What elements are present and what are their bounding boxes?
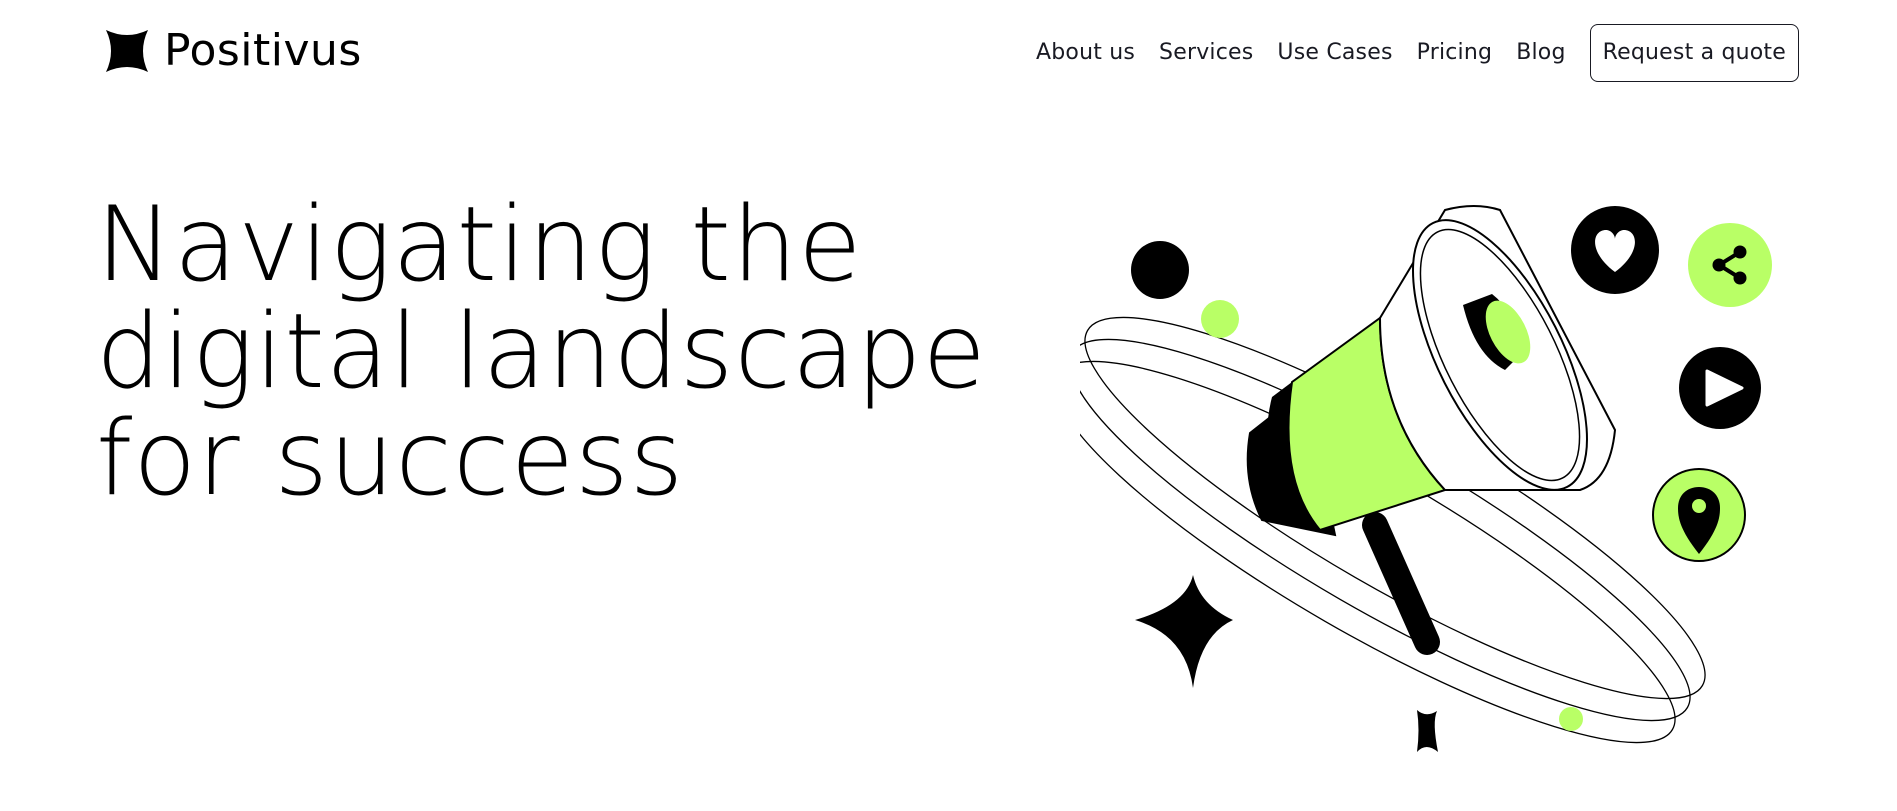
main-nav: About us Services Use Cases Pricing Blog… [1036,24,1799,82]
location-pin-icon [1652,468,1746,562]
sparkle-star-icon [1135,575,1233,688]
hero-title-line: digital landscape [96,292,987,412]
hero-title: Navigating the digital landscape for suc… [96,192,1096,513]
hero-title-line: for success [96,399,685,519]
play-icon [1679,347,1761,429]
nav-blog[interactable]: Blog [1516,42,1565,64]
nav-use-cases[interactable]: Use Cases [1277,42,1392,64]
logo[interactable]: Positivus [104,28,362,74]
small-star-icon [1417,710,1438,752]
nav-about-us[interactable]: About us [1036,42,1135,64]
heart-icon [1571,206,1659,294]
request-quote-button[interactable]: Request a quote [1589,24,1799,82]
black-dot [1131,241,1189,299]
nav-services[interactable]: Services [1159,42,1253,64]
green-dot [1201,300,1239,338]
green-dot [1559,707,1583,731]
page: Positivus About us Services Use Cases Pr… [0,0,1897,811]
hero-illustration [1080,205,1772,752]
hero-title-line: Navigating the [96,185,863,305]
share-icon [1688,223,1772,307]
megaphone-icon [1246,205,1617,655]
nav-pricing[interactable]: Pricing [1417,42,1493,64]
logo-star-icon [106,30,148,72]
brand-name: Positivus [164,25,362,76]
